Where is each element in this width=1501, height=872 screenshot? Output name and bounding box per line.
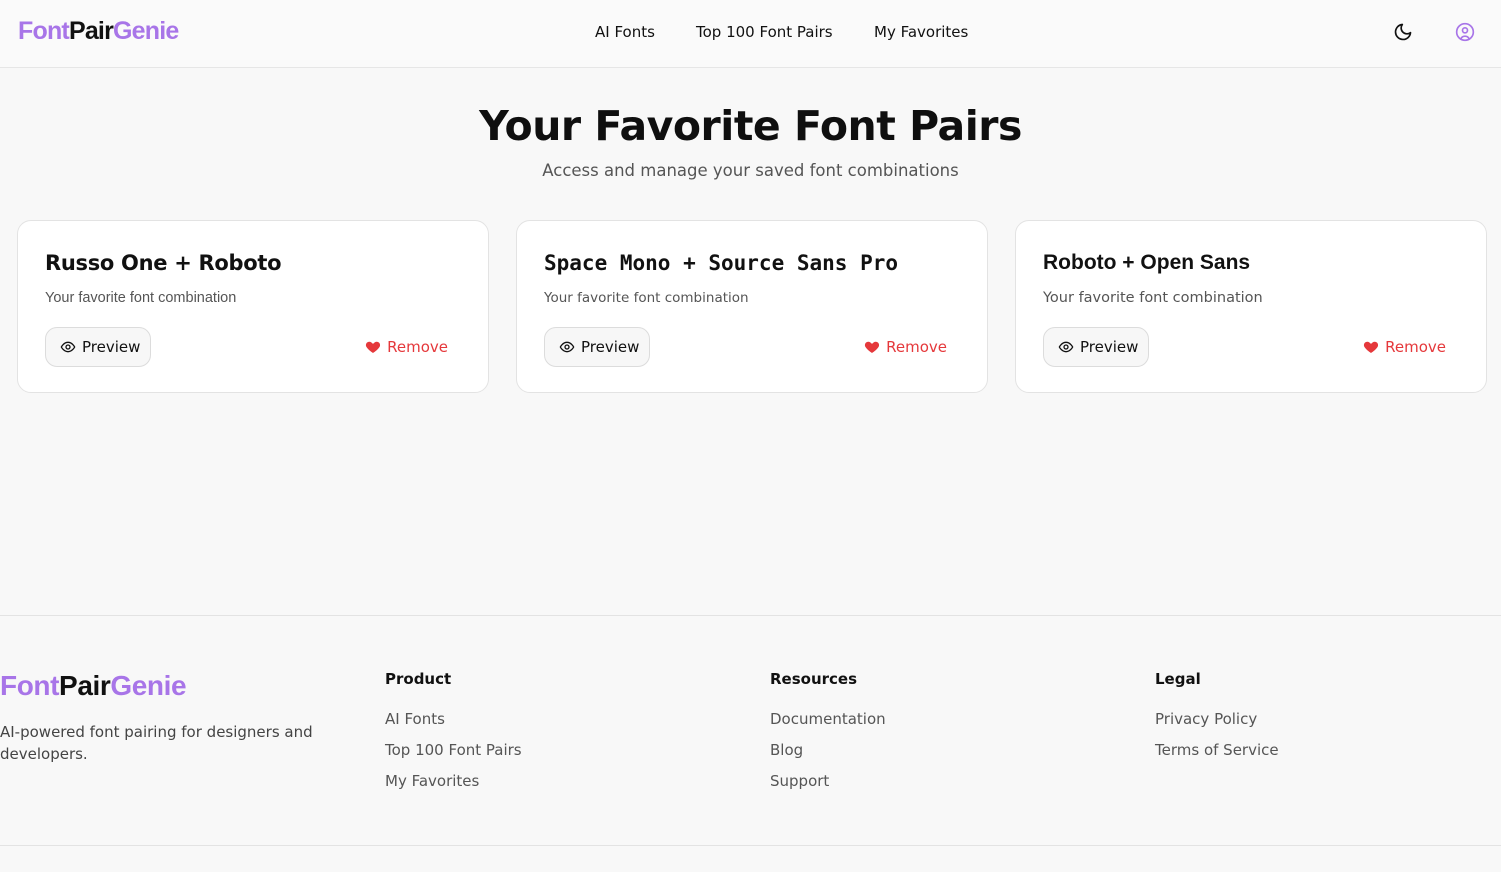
remove-label: Remove (1385, 338, 1446, 356)
logo-part-pair: Pair (59, 670, 111, 701)
logo-part-genie: Genie (110, 670, 187, 701)
footer-divider (0, 845, 1501, 846)
footer-link-top-100-font-pairs[interactable]: Top 100 Font Pairs (385, 739, 522, 761)
main-nav: AI Fonts Top 100 Font Pairs My Favorites (0, 21, 1501, 43)
footer-column-product: Product AI Fonts Top 100 Font Pairs My F… (385, 668, 522, 801)
footer-link-documentation[interactable]: Documentation (770, 708, 886, 730)
font-pair-description: Your favorite font combination (544, 290, 749, 306)
preview-label: Preview (82, 338, 141, 356)
remove-label: Remove (886, 338, 947, 356)
footer-link-support[interactable]: Support (770, 770, 886, 792)
footer-tagline: AI-powered font pairing for designers an… (0, 723, 313, 763)
nav-top-100-font-pairs[interactable]: Top 100 Font Pairs (696, 21, 833, 43)
remove-button[interactable]: Remove (1363, 335, 1446, 359)
page-subtitle: Access and manage your saved font combin… (542, 161, 959, 180)
favorite-card: Russo One + Roboto Your favorite font co… (17, 220, 489, 393)
heart-icon (1364, 341, 1379, 353)
site-footer: FontPairGenie AI-powered font pairing fo… (0, 615, 1501, 846)
nav-ai-fonts[interactable]: AI Fonts (595, 21, 655, 43)
font-pair-description: Your favorite font combination (1043, 290, 1263, 306)
heart-icon (865, 341, 880, 353)
footer-heading: Resources (770, 670, 858, 688)
footer-link-my-favorites[interactable]: My Favorites (385, 770, 522, 792)
preview-button[interactable]: Preview (544, 327, 650, 367)
eye-icon (60, 341, 76, 353)
font-pair-description: Your favorite font combination (45, 290, 237, 306)
preview-label: Preview (581, 338, 640, 356)
footer-column-legal: Legal Privacy Policy Terms of Service (1155, 668, 1279, 770)
eye-icon (1058, 341, 1074, 353)
page-title: Your Favorite Font Pairs (479, 102, 1022, 150)
footer-column-resources: Resources Documentation Blog Support (770, 668, 886, 801)
footer-link-privacy-policy[interactable]: Privacy Policy (1155, 708, 1279, 730)
font-pair-title: Roboto + Open Sans (1043, 251, 1251, 274)
favorite-card: Roboto + Open Sans Your favorite font co… (1015, 220, 1487, 393)
font-pair-title: Space Mono + Source Sans Pro (544, 251, 899, 275)
remove-button[interactable]: Remove (864, 335, 947, 359)
favorite-card: Space Mono + Source Sans Pro Your favori… (516, 220, 988, 393)
preview-label: Preview (1080, 338, 1139, 356)
remove-button[interactable]: Remove (365, 335, 448, 359)
site-header: FontPairGenie AI Fonts Top 100 Font Pair… (0, 0, 1501, 68)
footer-link-blog[interactable]: Blog (770, 739, 886, 761)
nav-my-favorites[interactable]: My Favorites (874, 21, 968, 43)
footer-link-ai-fonts[interactable]: AI Fonts (385, 708, 522, 730)
footer-logo[interactable]: FontPairGenie (0, 669, 187, 703)
logo-part-font: Font (0, 670, 60, 701)
remove-label: Remove (387, 338, 448, 356)
moon-icon[interactable] (1393, 22, 1413, 42)
font-pair-title: Russo One + Roboto (45, 251, 282, 275)
footer-heading: Product (385, 670, 452, 688)
eye-icon (559, 341, 575, 353)
preview-button[interactable]: Preview (1043, 327, 1149, 367)
footer-heading: Legal (1155, 670, 1201, 688)
user-circle-icon[interactable] (1455, 22, 1475, 42)
heart-icon (366, 341, 381, 353)
preview-button[interactable]: Preview (45, 327, 151, 367)
footer-link-terms-of-service[interactable]: Terms of Service (1155, 739, 1279, 761)
